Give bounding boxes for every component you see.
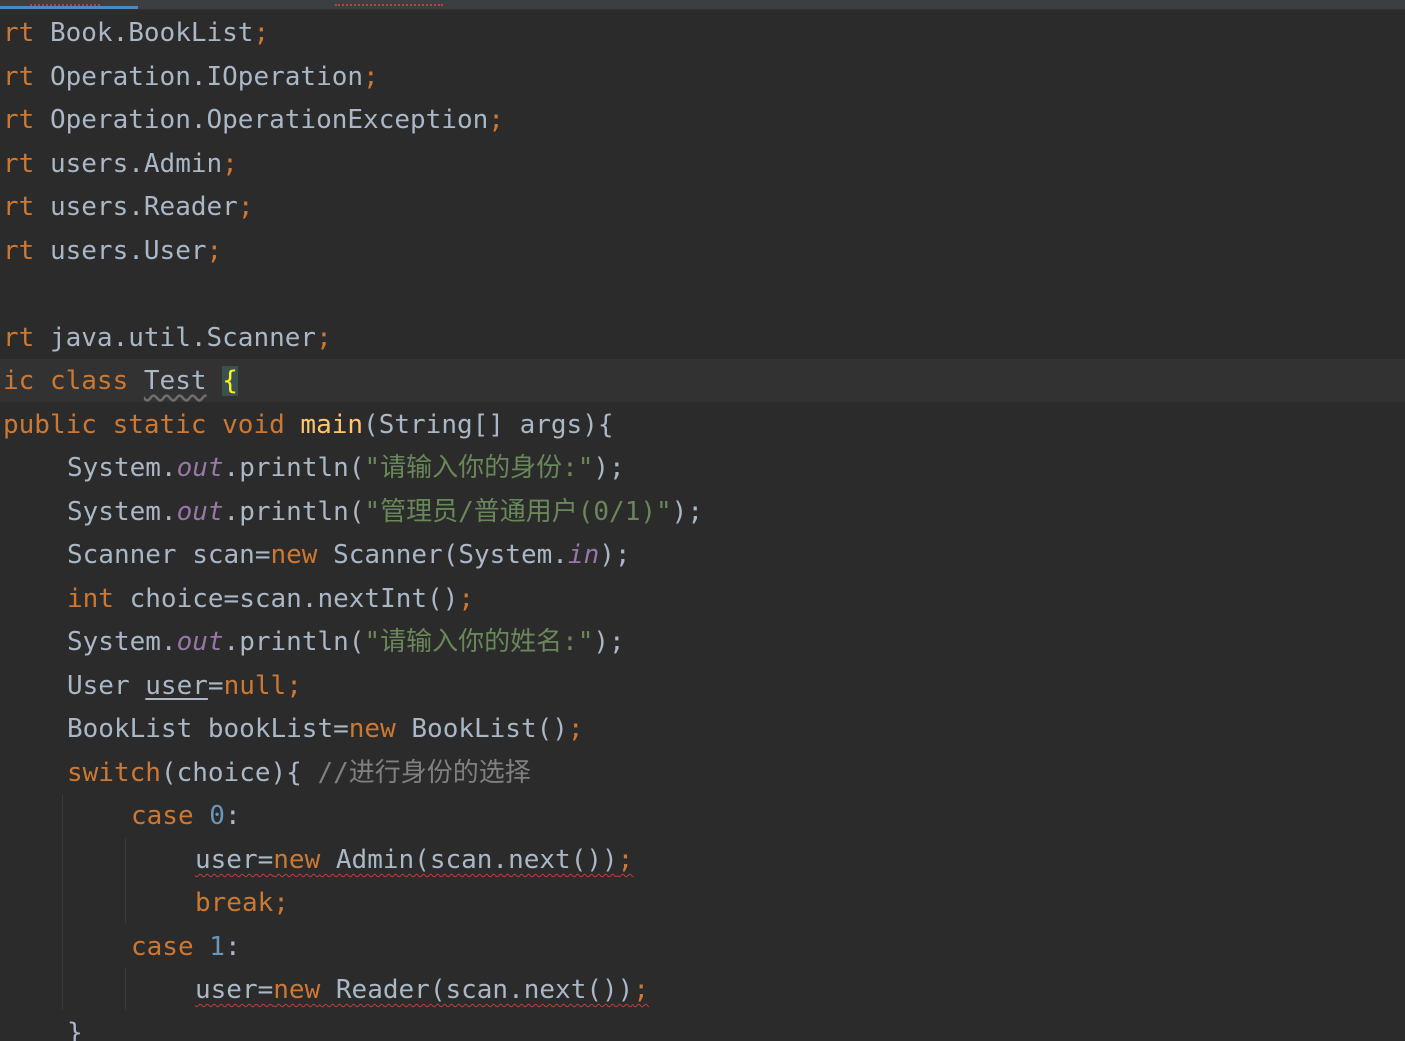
code-line-closing-brace[interactable]: } bbox=[67, 1012, 83, 1041]
code-line-switch[interactable]: switch(choice){ //进行身份的选择 bbox=[67, 752, 531, 795]
error-highlight: user=new Admin(scan.next()); bbox=[195, 845, 634, 875]
reassigned-variable: user bbox=[145, 671, 208, 701]
code-line-admin-assign[interactable]: user=new Admin(scan.next()); bbox=[195, 839, 633, 882]
indent-guide bbox=[62, 795, 63, 1010]
code-line-import-3[interactable]: rt Operation.OperationException; bbox=[3, 99, 504, 142]
code-line-main-decl[interactable]: public static void main(String[] args){ bbox=[3, 404, 614, 447]
class-name: Test bbox=[143, 366, 207, 396]
code-line-import-2[interactable]: rt Operation.IOperation; bbox=[3, 56, 379, 99]
code-line-import-6[interactable]: rt users.User; bbox=[3, 230, 222, 273]
code-line-import-1[interactable]: rt Book.BookList; bbox=[3, 12, 269, 55]
code-line-import-7[interactable]: rt java.util.Scanner; bbox=[3, 317, 332, 360]
code-line-println-identity[interactable]: System.out.println("请输入你的身份:"); bbox=[67, 447, 625, 490]
code-line-case-1[interactable]: case 1: bbox=[131, 926, 241, 969]
code-line-scanner-decl[interactable]: Scanner scan=new Scanner(System.in); bbox=[67, 534, 631, 577]
code-line-import-4[interactable]: rt users.Admin; bbox=[3, 143, 238, 186]
indent-guide bbox=[125, 968, 126, 1010]
code-line-user-decl[interactable]: User user=null; bbox=[67, 665, 302, 708]
code-line-class-decl[interactable]: ic class Test { bbox=[3, 360, 238, 403]
code-line-choice-decl[interactable]: int choice=scan.nextInt(); bbox=[67, 578, 474, 621]
code-line-booklist-decl[interactable]: BookList bookList=new BookList(); bbox=[67, 708, 584, 751]
matched-brace: { bbox=[222, 366, 238, 396]
code-editor[interactable]: rt Book.BookList; rt Operation.IOperatio… bbox=[0, 0, 1405, 1041]
code-line-reader-assign[interactable]: user=new Reader(scan.next()); bbox=[195, 969, 649, 1012]
code-line-break[interactable]: break; bbox=[195, 882, 289, 925]
tab-error-mark bbox=[30, 0, 100, 6]
code-comment: //进行身份的选择 bbox=[317, 758, 531, 788]
code-line-case-0[interactable]: case 0: bbox=[131, 795, 241, 838]
active-tab-indicator bbox=[0, 6, 138, 9]
code-line-import-5[interactable]: rt users.Reader; bbox=[3, 186, 253, 229]
editor-tab-bar[interactable] bbox=[0, 0, 1405, 10]
code-line-println-role[interactable]: System.out.println("管理员/普通用户(0/1)"); bbox=[67, 491, 703, 534]
indent-guide bbox=[125, 838, 126, 923]
code-line-println-name[interactable]: System.out.println("请输入你的姓名:"); bbox=[67, 621, 625, 664]
tab-error-mark bbox=[335, 0, 443, 6]
error-highlight: user=new Reader(scan.next()); bbox=[195, 975, 649, 1005]
